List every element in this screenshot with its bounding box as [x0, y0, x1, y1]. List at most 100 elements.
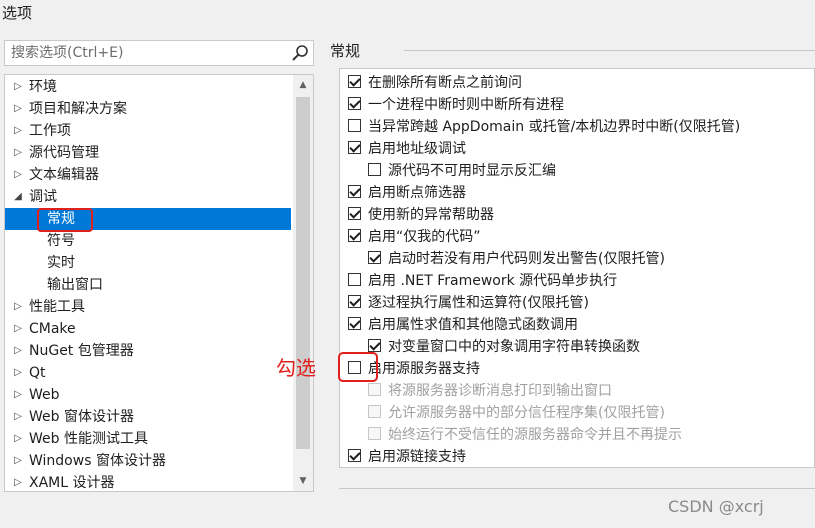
tree-item-label: XAML 设计器 — [29, 475, 115, 491]
tree-item-text-editor[interactable]: ▷ 文本编辑器 — [5, 164, 291, 186]
expand-arrow-icon[interactable]: ▷ — [11, 142, 25, 164]
expand-arrow-icon[interactable]: ▷ — [11, 164, 25, 186]
expand-arrow-icon[interactable]: ▷ — [11, 98, 25, 120]
search-box — [4, 40, 314, 66]
checkbox[interactable] — [348, 207, 361, 220]
tree-item-label: 实时 — [47, 255, 75, 271]
tree-item-output-window[interactable]: 输出窗口 — [5, 274, 291, 296]
tree-item-label: Qt — [29, 365, 46, 381]
expand-arrow-icon[interactable]: ▷ — [11, 428, 25, 450]
tree-item-label: 环境 — [29, 79, 57, 95]
checkbox[interactable] — [348, 317, 361, 330]
tree-item-label: 工作项 — [29, 123, 71, 139]
highlight-box — [37, 208, 93, 232]
section-divider — [404, 50, 815, 51]
tree-item-label: CMake — [29, 321, 76, 337]
tree-item-nuget[interactable]: ▷ NuGet 包管理器 — [5, 340, 291, 362]
option-label: 允许源服务器中的部分信任程序集(仅限托管) — [388, 405, 665, 421]
tree-item-qt[interactable]: ▷ Qt — [5, 362, 291, 384]
tree-item-performance-tools[interactable]: ▷ 性能工具 — [5, 296, 291, 318]
checkbox[interactable] — [348, 273, 361, 286]
expand-arrow-icon[interactable]: ▷ — [11, 450, 25, 472]
tree-item-label: Web 窗体设计器 — [29, 409, 134, 425]
option-label: 在删除所有断点之前询问 — [368, 75, 522, 91]
scrollbar-thumb[interactable] — [296, 97, 310, 449]
tree-item-web[interactable]: ▷ Web — [5, 384, 291, 406]
tree-item-label: 项目和解决方案 — [29, 101, 127, 117]
options-panel: 在删除所有断点之前询问 一个进程中断时则中断所有进程 当异常跨越 AppDoma… — [339, 68, 815, 468]
option-label: 源代码不可用时显示反汇编 — [388, 163, 556, 179]
checkbox[interactable] — [348, 185, 361, 198]
option-label: 启用属性求值和其他隐式函数调用 — [368, 317, 578, 333]
tree-item-symbols[interactable]: 符号 — [5, 230, 291, 252]
search-input[interactable] — [5, 41, 297, 65]
tree-item-label: 调试 — [29, 189, 57, 205]
search-icon[interactable] — [289, 43, 311, 63]
checkbox[interactable] — [368, 339, 381, 352]
tree-item-label: NuGet 包管理器 — [29, 343, 134, 359]
option-label: 一个进程中断时则中断所有进程 — [368, 97, 564, 113]
option-label: 对变量窗口中的对象调用字符串转换函数 — [388, 339, 640, 355]
option-label: 启用断点筛选器 — [368, 185, 466, 201]
checkbox[interactable] — [348, 229, 361, 242]
expand-arrow-icon[interactable]: ▷ — [11, 76, 25, 98]
option-label: 逐过程执行属性和运算符(仅限托管) — [368, 295, 589, 311]
expand-arrow-icon[interactable]: ▷ — [11, 406, 25, 428]
tree-item-windows-forms-designer[interactable]: ▷ Windows 窗体设计器 — [5, 450, 291, 472]
bottom-divider — [339, 488, 815, 489]
option-label: 启用“仅我的代码” — [368, 229, 481, 245]
checkbox[interactable] — [368, 383, 381, 396]
checkbox[interactable] — [348, 141, 361, 154]
tree-item-debugging[interactable]: ◢ 调试 — [5, 186, 291, 208]
expand-arrow-icon[interactable]: ▷ — [11, 318, 25, 340]
options-tree: ▷ 环境 ▷ 项目和解决方案 ▷ 工作项 ▷ 源代码管理 ▷ 文本编辑器 ◢ 调… — [4, 74, 314, 492]
tree-item-source-control[interactable]: ▷ 源代码管理 — [5, 142, 291, 164]
tree-item-label: 性能工具 — [29, 299, 85, 315]
option-label: 启用地址级调试 — [368, 141, 466, 157]
checkbox[interactable] — [348, 449, 361, 462]
tree-item-web-perf-test[interactable]: ▷ Web 性能测试工具 — [5, 428, 291, 450]
watermark: CSDN @xcrj — [668, 497, 764, 516]
tree-item-environment[interactable]: ▷ 环境 — [5, 76, 291, 98]
checkbox[interactable] — [368, 427, 381, 440]
scroll-up-icon[interactable]: ▲ — [293, 75, 313, 95]
highlight-box — [338, 352, 378, 382]
option-label: 始终运行不受信任的源服务器命令并且不再提示 — [388, 427, 682, 443]
option-label: 当异常跨越 AppDomain 或托管/本机边界时中断(仅限托管) — [368, 119, 741, 135]
section-title: 常规 — [330, 42, 361, 60]
tree-item-xaml-designer[interactable]: ▷ XAML 设计器 — [5, 472, 291, 491]
tree-item-label: Web — [29, 387, 60, 403]
checkbox[interactable] — [368, 405, 381, 418]
checkbox[interactable] — [348, 295, 361, 308]
checkbox[interactable] — [348, 119, 361, 132]
option-label: 启用 .NET Framework 源代码单步执行 — [368, 273, 618, 289]
tree-item-label: 输出窗口 — [47, 277, 103, 293]
tree-scrollbar[interactable]: ▲ ▼ — [293, 75, 313, 491]
option-label: 启用源服务器支持 — [368, 361, 480, 377]
tree-item-just-in-time[interactable]: 实时 — [5, 252, 291, 274]
tree-item-web-forms-designer[interactable]: ▷ Web 窗体设计器 — [5, 406, 291, 428]
expand-arrow-icon[interactable]: ▷ — [11, 120, 25, 142]
option-label: 启动时若没有用户代码则发出警告(仅限托管) — [388, 251, 665, 267]
checkbox[interactable] — [348, 75, 361, 88]
expand-arrow-icon[interactable]: ▷ — [11, 362, 25, 384]
tree-item-label: 文本编辑器 — [29, 167, 99, 183]
tree-item-work-items[interactable]: ▷ 工作项 — [5, 120, 291, 142]
tree-item-label: Web 性能测试工具 — [29, 431, 148, 447]
scroll-down-icon[interactable]: ▼ — [293, 471, 313, 491]
tree-item-projects[interactable]: ▷ 项目和解决方案 — [5, 98, 291, 120]
tree-item-cmake[interactable]: ▷ CMake — [5, 318, 291, 340]
option-label: 启用源链接支持 — [368, 449, 466, 465]
expand-arrow-icon[interactable]: ▷ — [11, 472, 25, 491]
expand-arrow-icon[interactable]: ▷ — [11, 296, 25, 318]
collapse-arrow-icon[interactable]: ◢ — [11, 186, 25, 208]
checkbox[interactable] — [368, 251, 381, 264]
checkbox[interactable] — [368, 163, 381, 176]
expand-arrow-icon[interactable]: ▷ — [11, 340, 25, 362]
checkbox[interactable] — [348, 97, 361, 110]
tree-item-label: 符号 — [47, 233, 75, 249]
tree-item-label: 源代码管理 — [29, 145, 99, 161]
tree-item-label: Windows 窗体设计器 — [29, 453, 166, 469]
annotation-label: 勾选 — [276, 356, 316, 380]
expand-arrow-icon[interactable]: ▷ — [11, 384, 25, 406]
